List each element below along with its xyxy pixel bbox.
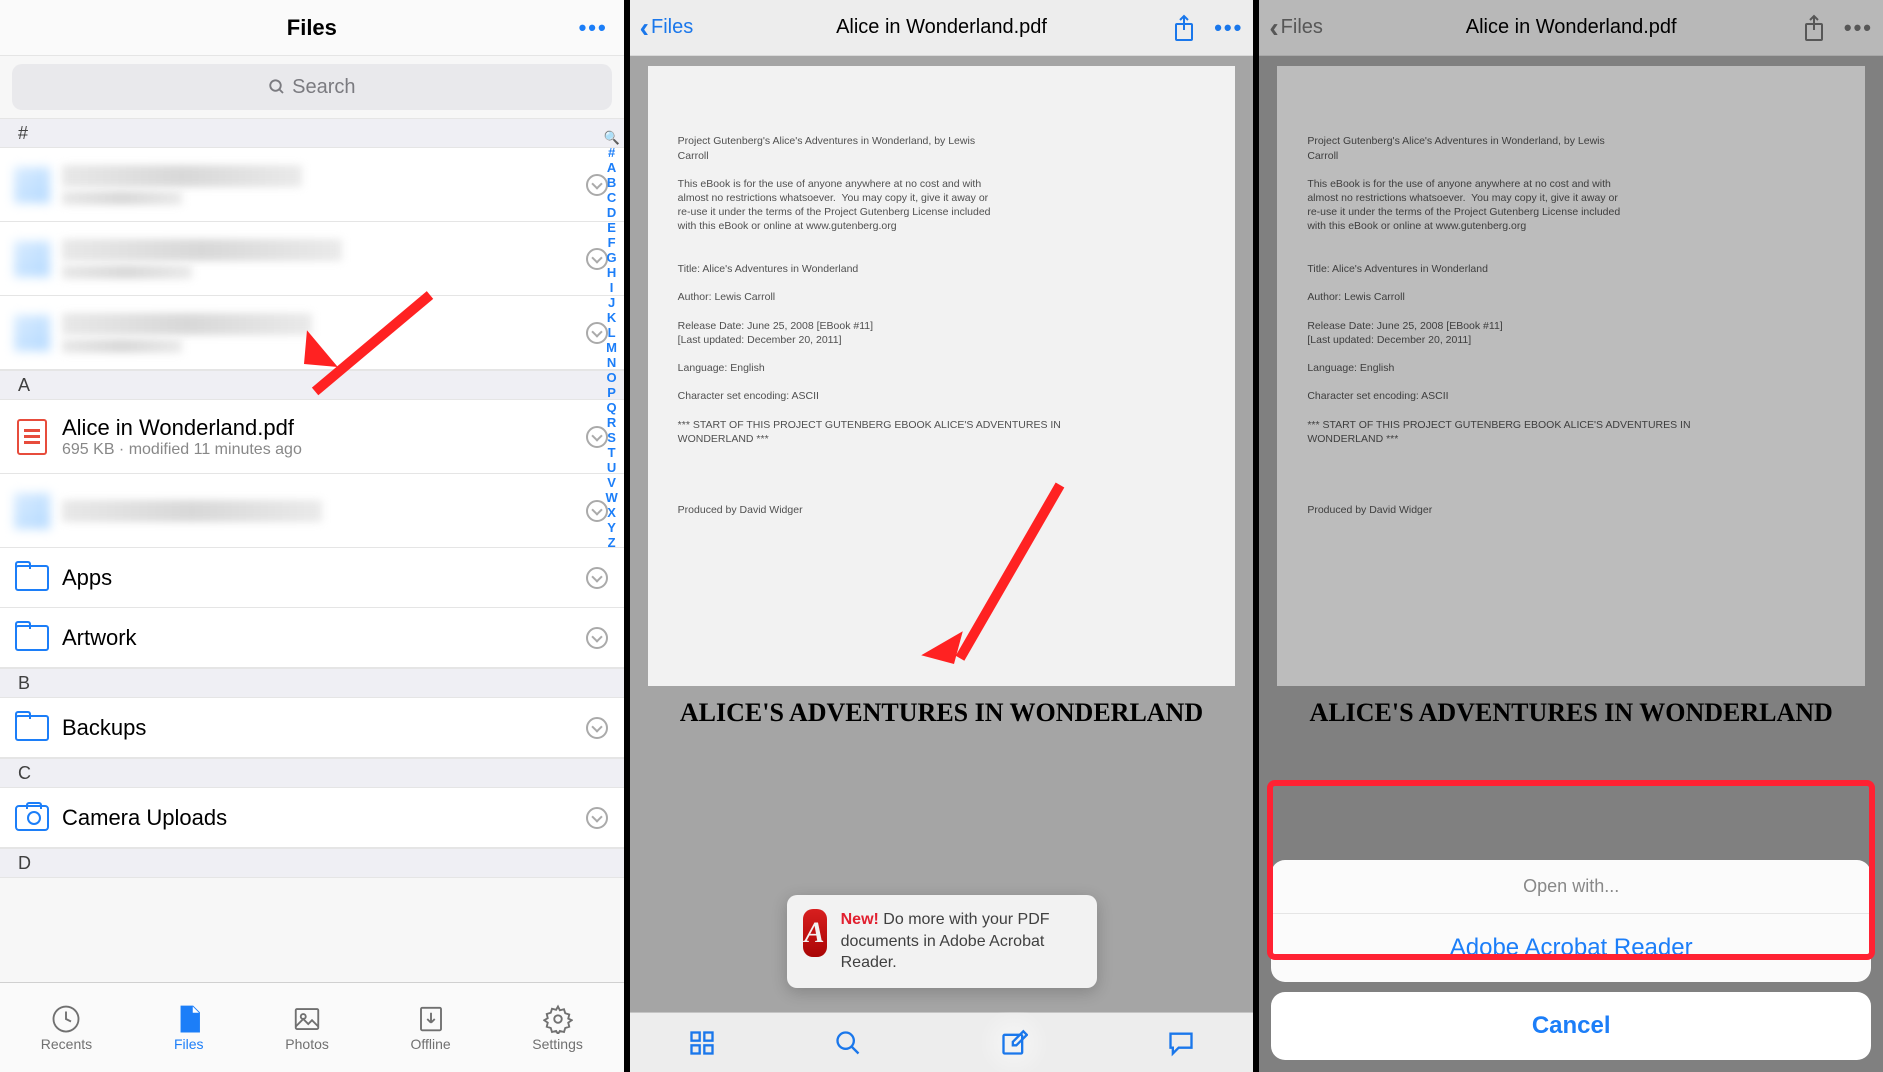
folder-icon [14,560,50,596]
gear-icon [543,1004,573,1034]
folder-apps[interactable]: Apps [0,548,624,608]
download-icon [416,1004,446,1034]
camera-icon [14,800,50,836]
tab-offline[interactable]: Offline [410,1004,450,1052]
chevron-down-icon[interactable] [586,807,608,829]
nav-bar: Files ••• [0,0,624,56]
file-name: Alice in Wonderland.pdf [62,415,302,441]
folder-icon [14,620,50,656]
tab-bar: Recents Files Photos Offline Settings [0,982,624,1072]
chevron-down-icon[interactable] [586,717,608,739]
alpha-index[interactable]: 🔍#ABCDEFGHIJKLMNOPQRSTUVWXYZ [603,130,619,550]
section-header: D [0,848,624,878]
page-title: Files [287,15,337,41]
list-item[interactable] [0,474,624,548]
pdf-preview-screen: ‹Files Alice in Wonderland.pdf ••• Proje… [624,0,1254,1072]
sheet-option-adobe[interactable]: Adobe Acrobat Reader [1271,914,1871,982]
tab-files[interactable]: Files [174,1004,204,1052]
section-header: A [0,370,624,400]
open-with-screen: ‹Files Alice in Wonderland.pdf ••• Proje… [1253,0,1883,1072]
folder-artwork[interactable]: Artwork [0,608,624,668]
search-placeholder: Search [292,76,355,99]
folder-backups[interactable]: Backups [0,698,624,758]
file-row-alice[interactable]: Alice in Wonderland.pdf 695 KB · modifie… [0,400,624,474]
section-header: C [0,758,624,788]
pdf-icon [14,419,50,455]
tab-settings[interactable]: Settings [532,1004,583,1052]
list-item[interactable] [0,148,624,222]
image-icon [292,1004,322,1034]
search-input[interactable]: Search [12,64,612,110]
tab-photos[interactable]: Photos [285,1004,329,1052]
action-sheet: Open with... Adobe Acrobat Reader Cancel [1271,860,1871,1060]
files-list[interactable]: # A Alice in Wonderland.pdf 695 KB · mod… [0,118,624,982]
file-icon [174,1004,204,1034]
folder-label: Backups [62,715,146,741]
clock-icon [51,1004,81,1034]
list-item[interactable] [0,296,624,370]
folder-camera-uploads[interactable]: Camera Uploads [0,788,624,848]
sheet-header: Open with... [1271,860,1871,914]
folder-label: Apps [62,565,112,591]
tab-recents[interactable]: Recents [41,1004,92,1052]
file-meta: 695 KB · modified 11 minutes ago [62,441,302,459]
chevron-down-icon[interactable] [586,567,608,589]
section-header: B [0,668,624,698]
chevron-down-icon[interactable] [586,627,608,649]
list-item[interactable] [0,222,624,296]
folder-label: Camera Uploads [62,805,227,831]
search-icon [268,78,286,96]
cancel-button[interactable]: Cancel [1271,992,1871,1060]
section-header: # [0,118,624,148]
files-list-screen: Files ••• Search # A Alice in Wonderland… [0,0,624,1072]
folder-label: Artwork [62,625,137,651]
folder-icon [14,710,50,746]
more-button[interactable]: ••• [579,15,608,41]
